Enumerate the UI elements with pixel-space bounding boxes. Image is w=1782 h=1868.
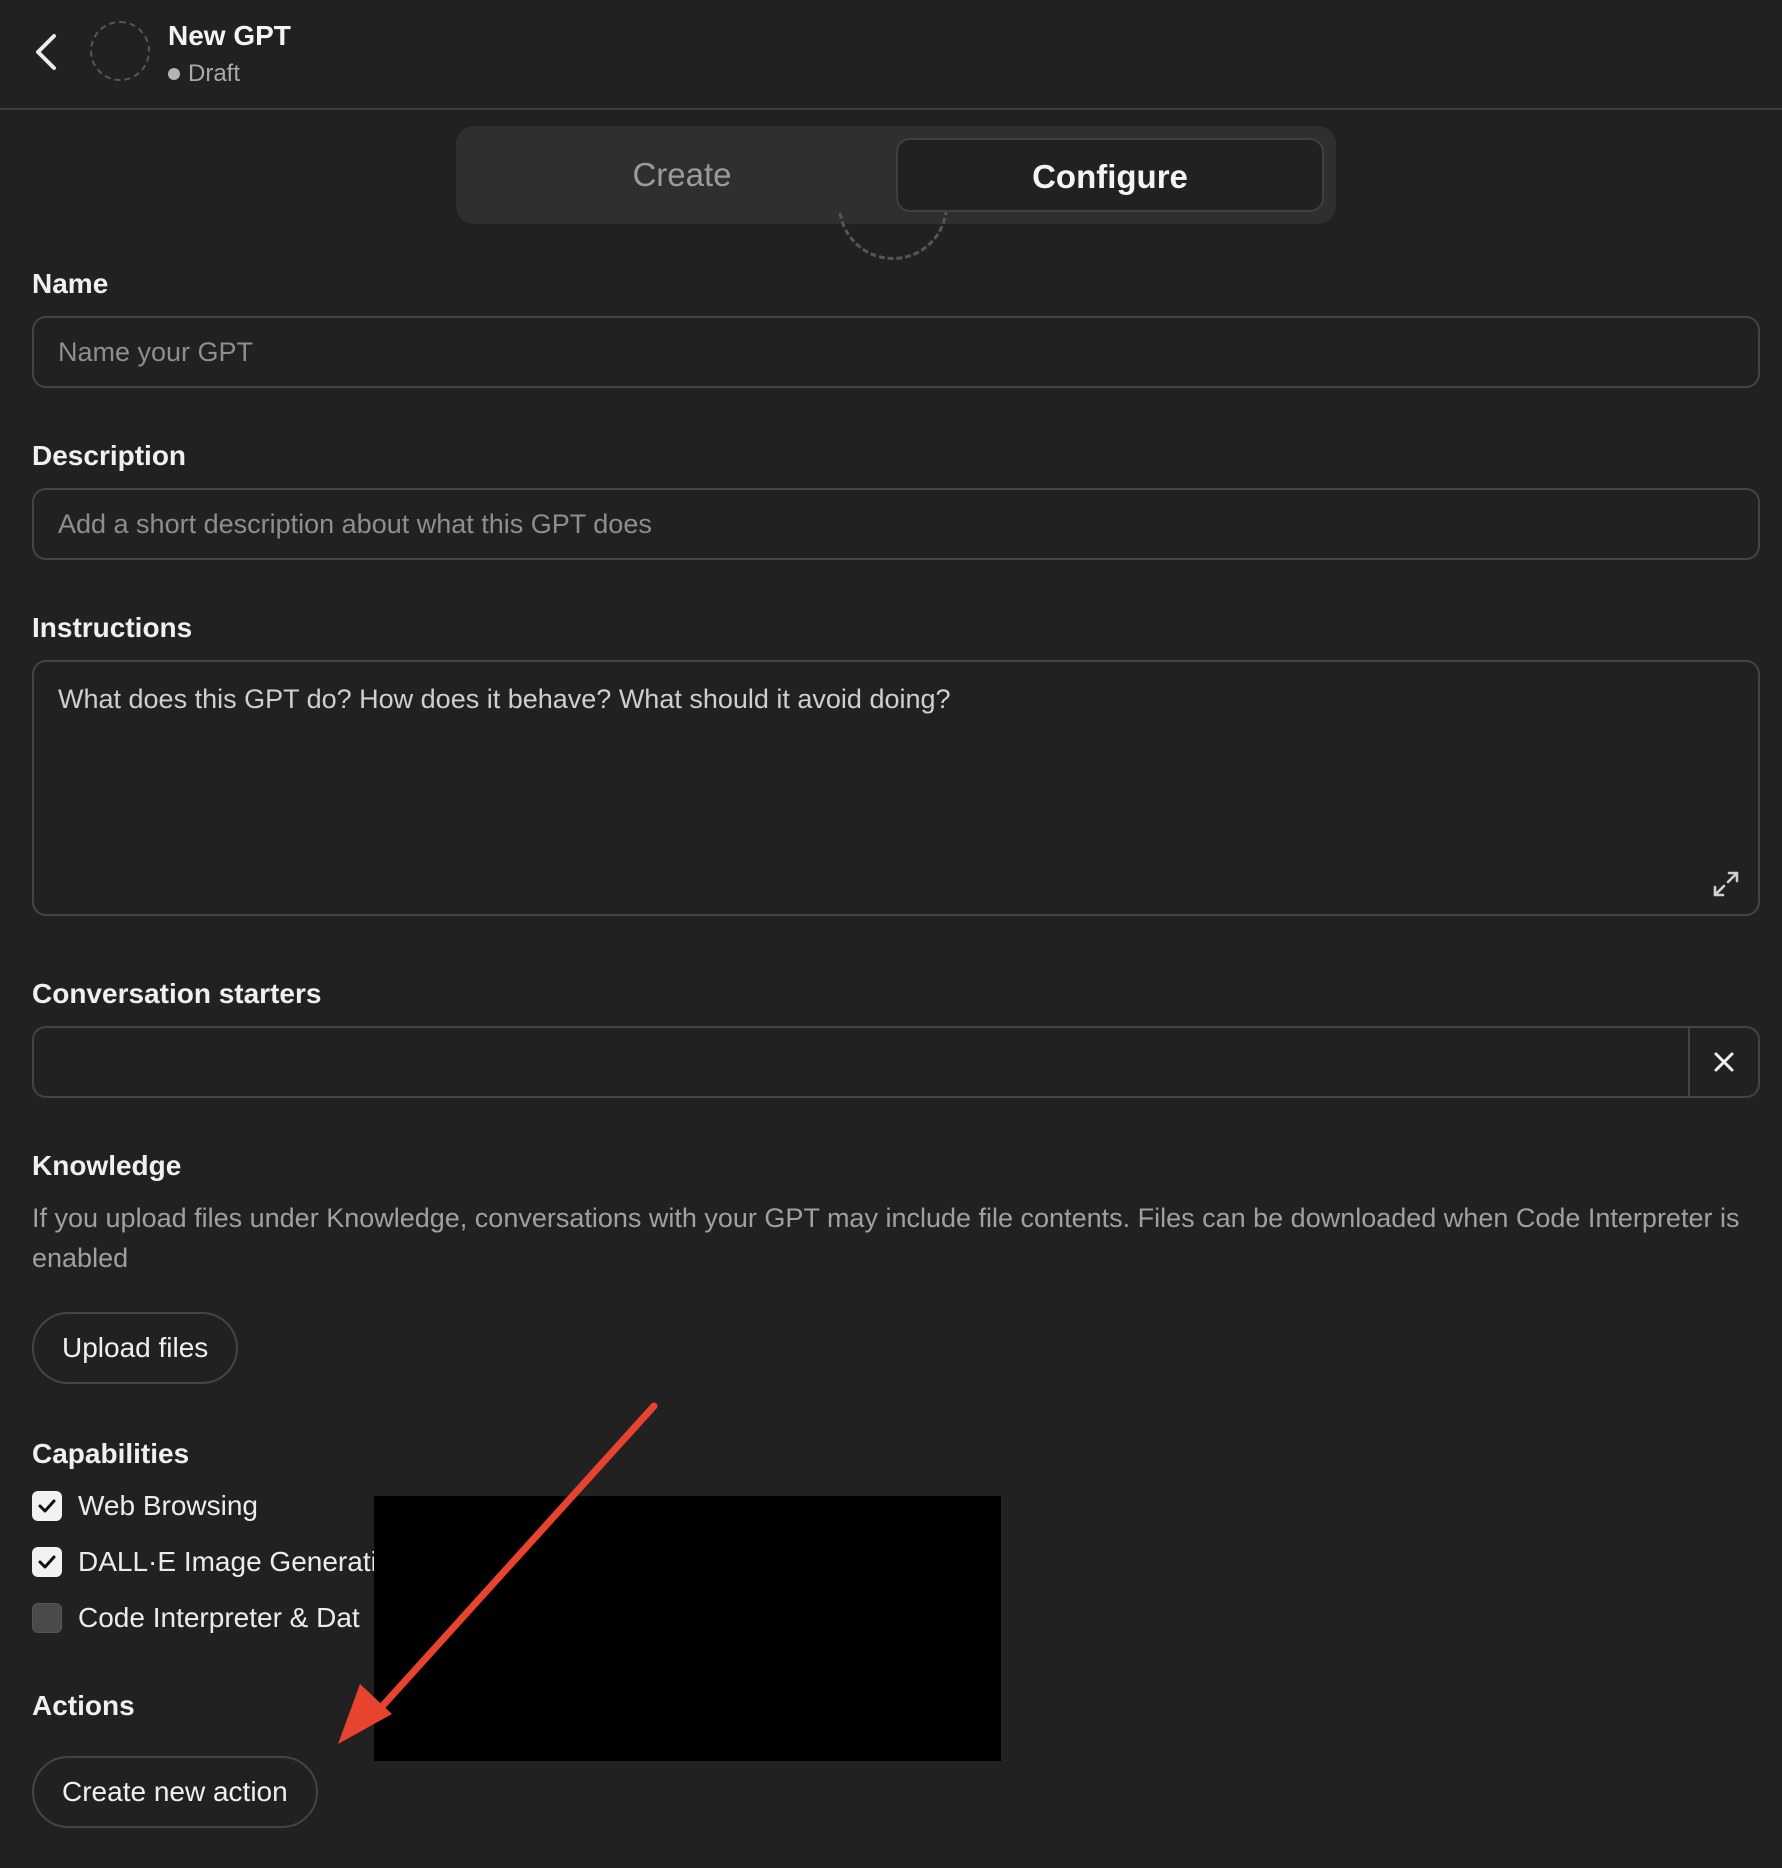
knowledge-label: Knowledge — [32, 1150, 182, 1181]
capability-web-browsing: Web Browsing — [32, 1490, 258, 1522]
name-field-wrapper — [32, 316, 1760, 388]
expand-icon — [1713, 871, 1739, 897]
close-icon — [1714, 1052, 1734, 1072]
expand-button[interactable] — [1710, 868, 1742, 900]
checkmark-icon — [38, 1555, 56, 1569]
checkmark-icon — [38, 1499, 56, 1513]
actions-label: Actions — [32, 1690, 135, 1721]
upload-files-button[interactable]: Upload files — [32, 1312, 239, 1384]
mode-tabs: Create Configure — [456, 126, 1336, 224]
web-browsing-checkbox[interactable] — [32, 1491, 62, 1521]
redaction-box — [374, 1496, 1001, 1761]
instructions-label: Instructions — [32, 612, 193, 643]
gpt-avatar-placeholder[interactable] — [90, 21, 150, 81]
code-interpreter-checkbox[interactable] — [32, 1603, 62, 1633]
gpt-status: Draft — [168, 60, 240, 88]
capability-code-interpreter: Code Interpreter & Dat — [32, 1602, 360, 1634]
name-input[interactable] — [34, 318, 1758, 386]
back-button[interactable] — [30, 28, 66, 76]
description-input[interactable] — [34, 490, 1758, 558]
conversation-starter-input[interactable] — [34, 1028, 1694, 1096]
editor-header: New GPT Draft — [0, 0, 1782, 110]
status-dot-icon — [168, 68, 180, 80]
create-new-action-button[interactable]: Create new action — [32, 1756, 318, 1828]
conversation-starters-label: Conversation starters — [32, 978, 322, 1009]
status-label: Draft — [188, 60, 241, 87]
dalle-label: DALL·E Image Generati — [78, 1546, 377, 1577]
remove-starter-button[interactable] — [1688, 1028, 1758, 1096]
description-field-wrapper — [32, 488, 1760, 560]
description-label: Description — [32, 440, 187, 471]
chevron-left-icon — [36, 34, 56, 70]
capability-dalle: DALL·E Image Generati — [32, 1546, 377, 1578]
code-interpreter-label: Code Interpreter & Dat — [78, 1602, 360, 1633]
tab-configure[interactable]: Configure — [896, 138, 1324, 212]
upload-avatar-circle[interactable] — [838, 212, 948, 262]
tab-create[interactable]: Create — [468, 138, 896, 212]
conversation-starter-wrapper — [32, 1026, 1760, 1098]
name-label: Name — [32, 268, 109, 299]
instructions-textarea[interactable] — [34, 662, 1758, 912]
knowledge-help-text: If you upload files under Knowledge, con… — [32, 1203, 1740, 1273]
dalle-checkbox[interactable] — [32, 1547, 62, 1577]
web-browsing-label: Web Browsing — [78, 1490, 259, 1521]
gpt-title: New GPT — [168, 20, 291, 51]
capabilities-label: Capabilities — [32, 1438, 190, 1469]
instructions-field-wrapper — [32, 660, 1760, 916]
